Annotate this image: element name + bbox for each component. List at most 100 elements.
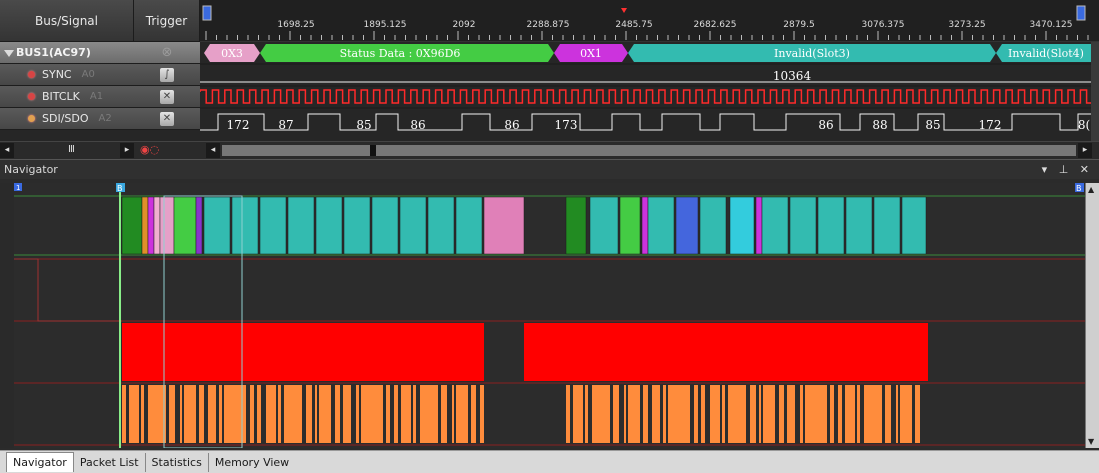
sdi-activity-bar: [184, 385, 196, 443]
sdi-activity-bar: [278, 385, 281, 443]
ruler-tick-label: 3273.25: [948, 20, 986, 30]
navigator-packet-block: [147, 196, 155, 255]
tab-memory-view[interactable]: Memory View: [209, 453, 295, 472]
wave-scroll-track[interactable]: [222, 145, 1076, 156]
scroll-left-icon[interactable]: ◂: [0, 143, 14, 158]
navigator-packet-block: [483, 196, 525, 255]
sdi-activity-bar: [896, 385, 898, 443]
ruler-tick-label: 1895.125: [363, 20, 407, 30]
navigator-window-controls[interactable]: ▾ ⊥ ✕: [1042, 160, 1093, 180]
bus-signal-header[interactable]: Bus/Signal: [0, 0, 134, 42]
sdi-activity-bar: [694, 385, 698, 443]
navigator-packet-block: [641, 196, 649, 255]
signal-label: SYNC: [42, 68, 72, 81]
wave-scroll-thumb[interactable]: [370, 145, 376, 156]
tab-statistics[interactable]: Statistics: [146, 452, 209, 472]
signal-row-bus1[interactable]: BUS1(AC97): [0, 42, 134, 64]
navigator-packet-block: [195, 196, 203, 255]
zoom-tools-icon[interactable]: ◉◌: [140, 143, 159, 156]
navigator-packet-block: [789, 196, 817, 255]
sdi-value-label: 87: [278, 118, 293, 132]
navigator-packet-block: [399, 196, 427, 255]
channel-dot-icon: [28, 93, 35, 100]
horizontal-scrollbar-row: ◂ Ⅲ ▸ ◉◌ ◂ ▸: [0, 141, 1099, 159]
sdi-activity-bar: [129, 385, 139, 443]
waveform-panel: Bus/Signal Trigger BUS1(AC97) SYNC A0 BI…: [0, 0, 1099, 159]
signal-row-bitclk[interactable]: BITCLK A1: [0, 86, 134, 108]
trigger-dontcare-icon[interactable]: ✕: [160, 89, 174, 104]
navigator-packet-block: [589, 196, 619, 255]
navigator-marker-label: B: [1076, 184, 1082, 193]
sdi-value-label: 172: [979, 118, 1002, 132]
time-ruler[interactable]: 1698.25 1895.125 2092 2288.875 2485.75 2…: [200, 0, 1099, 42]
sdi-activity-bar: [592, 385, 610, 443]
trigger-dontcare-icon[interactable]: ✕: [160, 111, 174, 126]
sdi-activity-bar: [900, 385, 912, 443]
scroll-grip-icon[interactable]: Ⅲ: [68, 144, 75, 155]
tab-packet-list[interactable]: Packet List: [74, 452, 146, 472]
navigator-left-gutter: [0, 183, 14, 448]
sdi-activity-bar: [750, 385, 756, 443]
trigger-none-icon[interactable]: ⊗: [162, 45, 173, 60]
ruler-tick-label: 3076.375: [861, 20, 905, 30]
signal-label: BITCLK: [42, 90, 80, 103]
navigator-packet-block: [121, 196, 143, 255]
sdi-activity-bar: [394, 385, 398, 443]
sdi-activity-bar: [441, 385, 447, 443]
wave-scroll-right-icon[interactable]: ▸: [1078, 143, 1092, 158]
scroll-right-icon[interactable]: ▸: [120, 143, 134, 158]
trigger-edge-icon[interactable]: ∫: [160, 67, 174, 82]
sdi-activity-bar: [306, 385, 312, 443]
navigator-packet-block: [203, 196, 231, 255]
wave-scroll-left-icon[interactable]: ◂: [206, 143, 220, 158]
navigator-vertical-scrollbar[interactable]: ▲ ▼: [1085, 183, 1099, 448]
sdi-activity-bar: [857, 385, 860, 443]
sdi-activity-bar: [787, 385, 795, 443]
sdi-activity-bar: [652, 385, 660, 443]
ruler-tick-label: 3470.125: [1029, 20, 1073, 30]
bitclk-activity-block: [524, 323, 928, 381]
scroll-up-icon[interactable]: ▲: [1088, 185, 1094, 194]
trigger-cell-sdi[interactable]: ✕: [134, 108, 200, 130]
trigger-header[interactable]: Trigger: [134, 0, 200, 42]
navigator-packet-block: [729, 196, 755, 255]
trigger-cell-sync[interactable]: ∫: [134, 64, 200, 86]
bitclk-activity-block: [122, 323, 484, 381]
navigator-packet-block: [259, 196, 287, 255]
signal-row-sdi-sdo[interactable]: SDI/SDO A2: [0, 108, 134, 130]
sync-width-label: 10364: [773, 69, 812, 83]
sdi-activity-bar: [224, 385, 246, 443]
trigger-cell-bus1[interactable]: ⊗: [134, 42, 200, 64]
ruler-tick-label: 2485.75: [615, 20, 653, 30]
navigator-packet-block: [619, 196, 641, 255]
sdi-activity-bar: [361, 385, 383, 443]
navigator-packet-block: [817, 196, 845, 255]
scroll-down-icon[interactable]: ▼: [1088, 437, 1094, 446]
channel-id: A2: [98, 113, 112, 124]
signal-row-sync[interactable]: SYNC A0: [0, 64, 134, 86]
sdi-activity-bar: [257, 385, 261, 443]
sdi-activity-bar: [585, 385, 588, 443]
bus-packet-text: Status Data : 0X96D6: [340, 47, 461, 60]
navigator-packet-block: [675, 196, 699, 255]
trigger-marker-icon[interactable]: [621, 8, 627, 13]
navigator-packet-block: [427, 196, 455, 255]
tab-navigator[interactable]: Navigator: [6, 452, 74, 472]
navigator-header: Navigator ▾ ⊥ ✕: [0, 159, 1099, 179]
sdi-activity-bar: [763, 385, 775, 443]
cursor-b-marker-icon[interactable]: [1076, 5, 1086, 21]
navigator-packet-block: [153, 196, 161, 255]
trigger-cell-bitclk[interactable]: ✕: [134, 86, 200, 108]
waveform-area[interactable]: 0X3 Status Data : 0X96D6 0X1 Invalid(Slo…: [200, 42, 1092, 142]
sdi-activity-bar: [624, 385, 626, 443]
cursor-a-marker-icon[interactable]: [202, 5, 212, 21]
collapse-icon[interactable]: [4, 50, 14, 57]
sdi-activity-bar: [471, 385, 476, 443]
navigator-overview[interactable]: 1 B B: [14, 183, 1085, 448]
navigator-packet-block: [901, 196, 927, 255]
navigator-packet-block: [755, 196, 763, 255]
sdi-value-label: 86: [410, 118, 425, 132]
channel-id: A1: [89, 91, 104, 102]
waveform-vertical-scrollbar[interactable]: [1091, 42, 1099, 142]
navigator-marker-label: B: [117, 184, 123, 193]
